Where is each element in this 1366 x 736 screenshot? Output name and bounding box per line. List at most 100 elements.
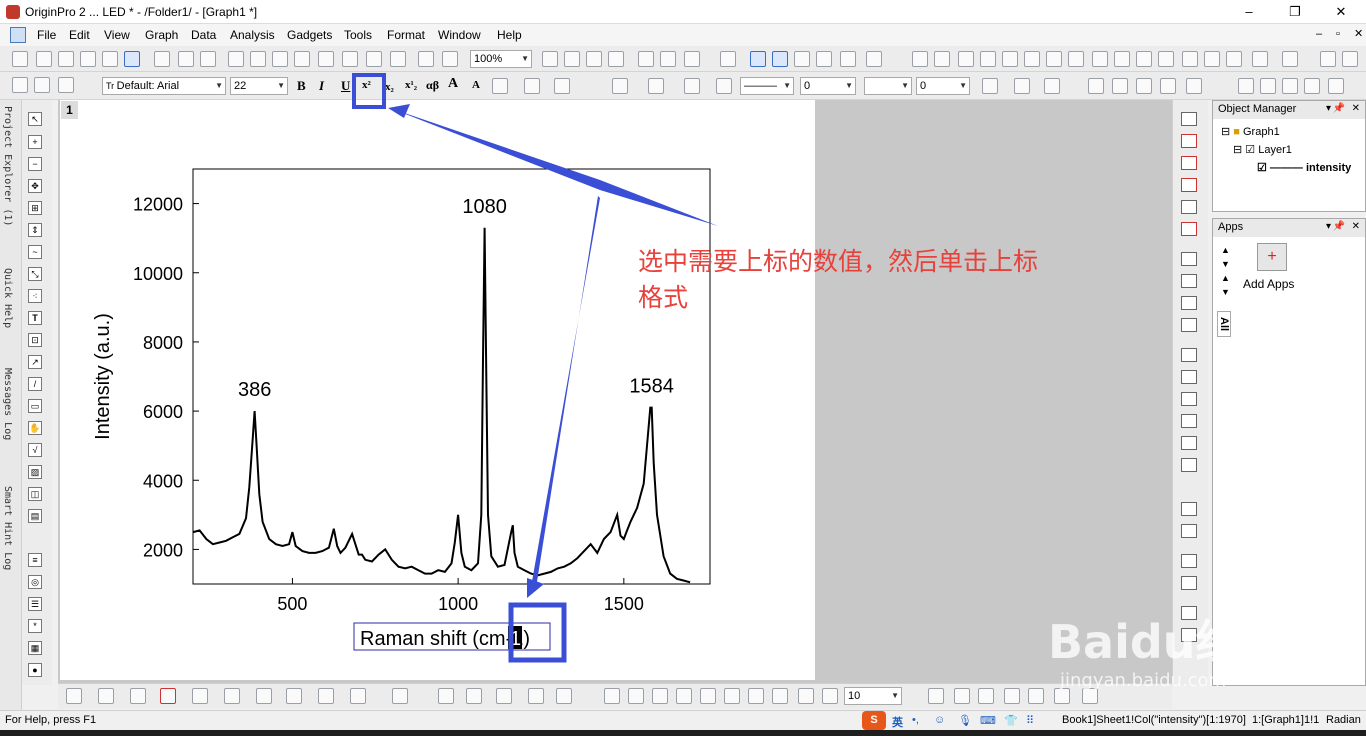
font-size-select[interactable]: 22 ▼ bbox=[230, 77, 288, 95]
fill-select[interactable]: ▼ bbox=[864, 77, 912, 95]
polar-plot-icon[interactable] bbox=[286, 688, 302, 704]
zoom-out-graph-icon[interactable] bbox=[772, 51, 788, 67]
list-icon[interactable]: ☰ bbox=[28, 597, 42, 611]
menu-view[interactable]: View bbox=[104, 28, 130, 42]
toolbar-options-icon[interactable] bbox=[1342, 51, 1358, 67]
wrap-icon[interactable] bbox=[1136, 78, 1152, 94]
increase-font-button[interactable]: A bbox=[448, 76, 458, 92]
menu-gadgets[interactable]: Gadgets bbox=[287, 28, 332, 42]
object-front-icon[interactable] bbox=[604, 688, 620, 704]
expand-icon[interactable] bbox=[1160, 78, 1176, 94]
object-lock-icon[interactable] bbox=[822, 688, 838, 704]
color-picker-icon[interactable]: ● bbox=[28, 663, 42, 677]
line-style-select[interactable]: ——— ▼ bbox=[740, 77, 794, 95]
align-icon-1[interactable] bbox=[1181, 502, 1197, 516]
gauge-icon-1[interactable] bbox=[928, 688, 944, 704]
object-3-icon[interactable] bbox=[1282, 78, 1298, 94]
decrease-font-button[interactable]: A bbox=[472, 79, 480, 91]
menu-graph[interactable]: Graph bbox=[145, 28, 178, 42]
grip-icon[interactable]: ≡ bbox=[28, 553, 42, 567]
new-function-icon[interactable] bbox=[102, 51, 118, 67]
3d-bar-icon[interactable] bbox=[438, 688, 454, 704]
pan-icon[interactable]: ✥ bbox=[28, 179, 42, 193]
code-builder-icon[interactable] bbox=[638, 51, 654, 67]
chart-svg[interactable]: 2000 4000 6000 8000 10000 12000 500 1000 1500 386… bbox=[60, 100, 815, 680]
grid-pattern-icon[interactable] bbox=[1014, 78, 1030, 94]
results-log-icon[interactable] bbox=[660, 51, 676, 67]
mask-icon[interactable]: ⁖ bbox=[28, 289, 42, 303]
add-apps-label[interactable]: Add Apps bbox=[1243, 277, 1294, 291]
layout-icon-4[interactable] bbox=[1181, 318, 1197, 332]
menu-file[interactable]: File bbox=[37, 28, 56, 42]
smart-hint-icon[interactable] bbox=[816, 51, 832, 67]
new-notes-icon[interactable] bbox=[154, 51, 170, 67]
superscript-button[interactable]: x² bbox=[362, 79, 371, 91]
checkbox-icon[interactable]: ☑ bbox=[1257, 162, 1267, 174]
save-template-icon[interactable] bbox=[294, 51, 310, 67]
pattern-size-select[interactable]: 10 ▼ bbox=[844, 687, 902, 705]
menu-data[interactable]: Data bbox=[191, 28, 216, 42]
minimize-button[interactable]: – bbox=[1234, 3, 1264, 21]
scale-icon[interactable]: ⤡ bbox=[28, 267, 42, 281]
paste-icon[interactable] bbox=[58, 77, 74, 93]
apps-scroll-arrows[interactable]: ▲ ▼ ▲ ▼ bbox=[1221, 243, 1230, 299]
line-plot-icon[interactable] bbox=[66, 688, 82, 704]
filter-clear-icon[interactable] bbox=[1136, 51, 1152, 67]
data-reader-icon[interactable]: ⇕ bbox=[28, 223, 42, 237]
message-log-icon[interactable] bbox=[794, 51, 810, 67]
draw-data-icon[interactable]: ~ bbox=[28, 245, 42, 259]
import-wizard-icon[interactable] bbox=[366, 51, 382, 67]
tab-smart-hint-log[interactable]: Smart Hint Log bbox=[2, 486, 13, 570]
tab-quick-help[interactable]: Quick Help bbox=[2, 268, 13, 328]
3d-scatter-icon[interactable] bbox=[466, 688, 482, 704]
group-icon[interactable] bbox=[1282, 51, 1298, 67]
layout-icon-3[interactable] bbox=[1181, 296, 1197, 310]
print-icon[interactable] bbox=[542, 51, 558, 67]
panel-close-icon[interactable]: ✕ bbox=[1352, 103, 1360, 114]
new-excel-icon[interactable] bbox=[178, 51, 194, 67]
open-icon[interactable] bbox=[228, 51, 244, 67]
region-icon[interactable]: ◫ bbox=[28, 487, 42, 501]
3d-ribbon-icon[interactable] bbox=[556, 688, 572, 704]
import-excel-icon[interactable] bbox=[390, 51, 406, 67]
subscript-button[interactable]: x₂ bbox=[385, 81, 394, 93]
zoom-select[interactable]: 100% ▼ bbox=[470, 50, 532, 68]
frame-icon-2[interactable] bbox=[1181, 370, 1197, 384]
merge-icon[interactable] bbox=[1088, 78, 1104, 94]
3d-plot-icon[interactable] bbox=[350, 688, 366, 704]
project-explorer-icon[interactable] bbox=[720, 51, 736, 67]
hand-icon[interactable]: ✋ bbox=[28, 421, 42, 435]
frame-icon-6[interactable] bbox=[1181, 458, 1197, 472]
statistics-icon[interactable] bbox=[934, 51, 950, 67]
ime-toolbox-icon[interactable]: ⠿ bbox=[1026, 714, 1034, 727]
recalculate-icon[interactable] bbox=[418, 51, 434, 67]
mdi-close-icon[interactable]: ✕ bbox=[1354, 27, 1363, 40]
batch-icon[interactable] bbox=[442, 51, 458, 67]
new-layout-icon[interactable] bbox=[124, 51, 140, 67]
scatter-plot-icon[interactable] bbox=[98, 688, 114, 704]
3d-wall-icon[interactable] bbox=[528, 688, 544, 704]
underline-button[interactable]: U bbox=[341, 78, 350, 94]
column-align-icon[interactable] bbox=[524, 78, 540, 94]
column-stats-icon[interactable] bbox=[980, 51, 996, 67]
refresh-layer-icon[interactable] bbox=[1181, 200, 1197, 214]
panel-close-icon[interactable]: ✕ bbox=[1352, 221, 1360, 232]
align-icon[interactable] bbox=[492, 78, 508, 94]
menu-format[interactable]: Format bbox=[387, 28, 425, 42]
chart-icon-1[interactable] bbox=[1024, 51, 1040, 67]
align-icon-3[interactable] bbox=[1181, 554, 1197, 568]
frame-icon-1[interactable] bbox=[1181, 348, 1197, 362]
zoom-in-icon[interactable]: + bbox=[28, 135, 42, 149]
z-axis-icon[interactable] bbox=[1226, 51, 1242, 67]
rectangle-icon[interactable]: ▭ bbox=[28, 399, 42, 413]
pin-dropdown-icon[interactable]: ▾ bbox=[1326, 103, 1331, 114]
cut-icon[interactable] bbox=[12, 77, 28, 93]
new-matrix-icon[interactable] bbox=[80, 51, 96, 67]
menu-analysis[interactable]: Analysis bbox=[230, 28, 275, 42]
add-apps-icon[interactable]: + bbox=[1257, 243, 1287, 271]
layer-number-badge[interactable]: 1 bbox=[61, 101, 78, 119]
add-layer-icon[interactable] bbox=[840, 51, 856, 67]
graph-page[interactable]: 2000 4000 6000 8000 10000 12000 500 1000 1500 386… bbox=[60, 100, 815, 680]
stock-plot-icon[interactable] bbox=[318, 688, 334, 704]
frame-icon-3[interactable] bbox=[1181, 392, 1197, 406]
